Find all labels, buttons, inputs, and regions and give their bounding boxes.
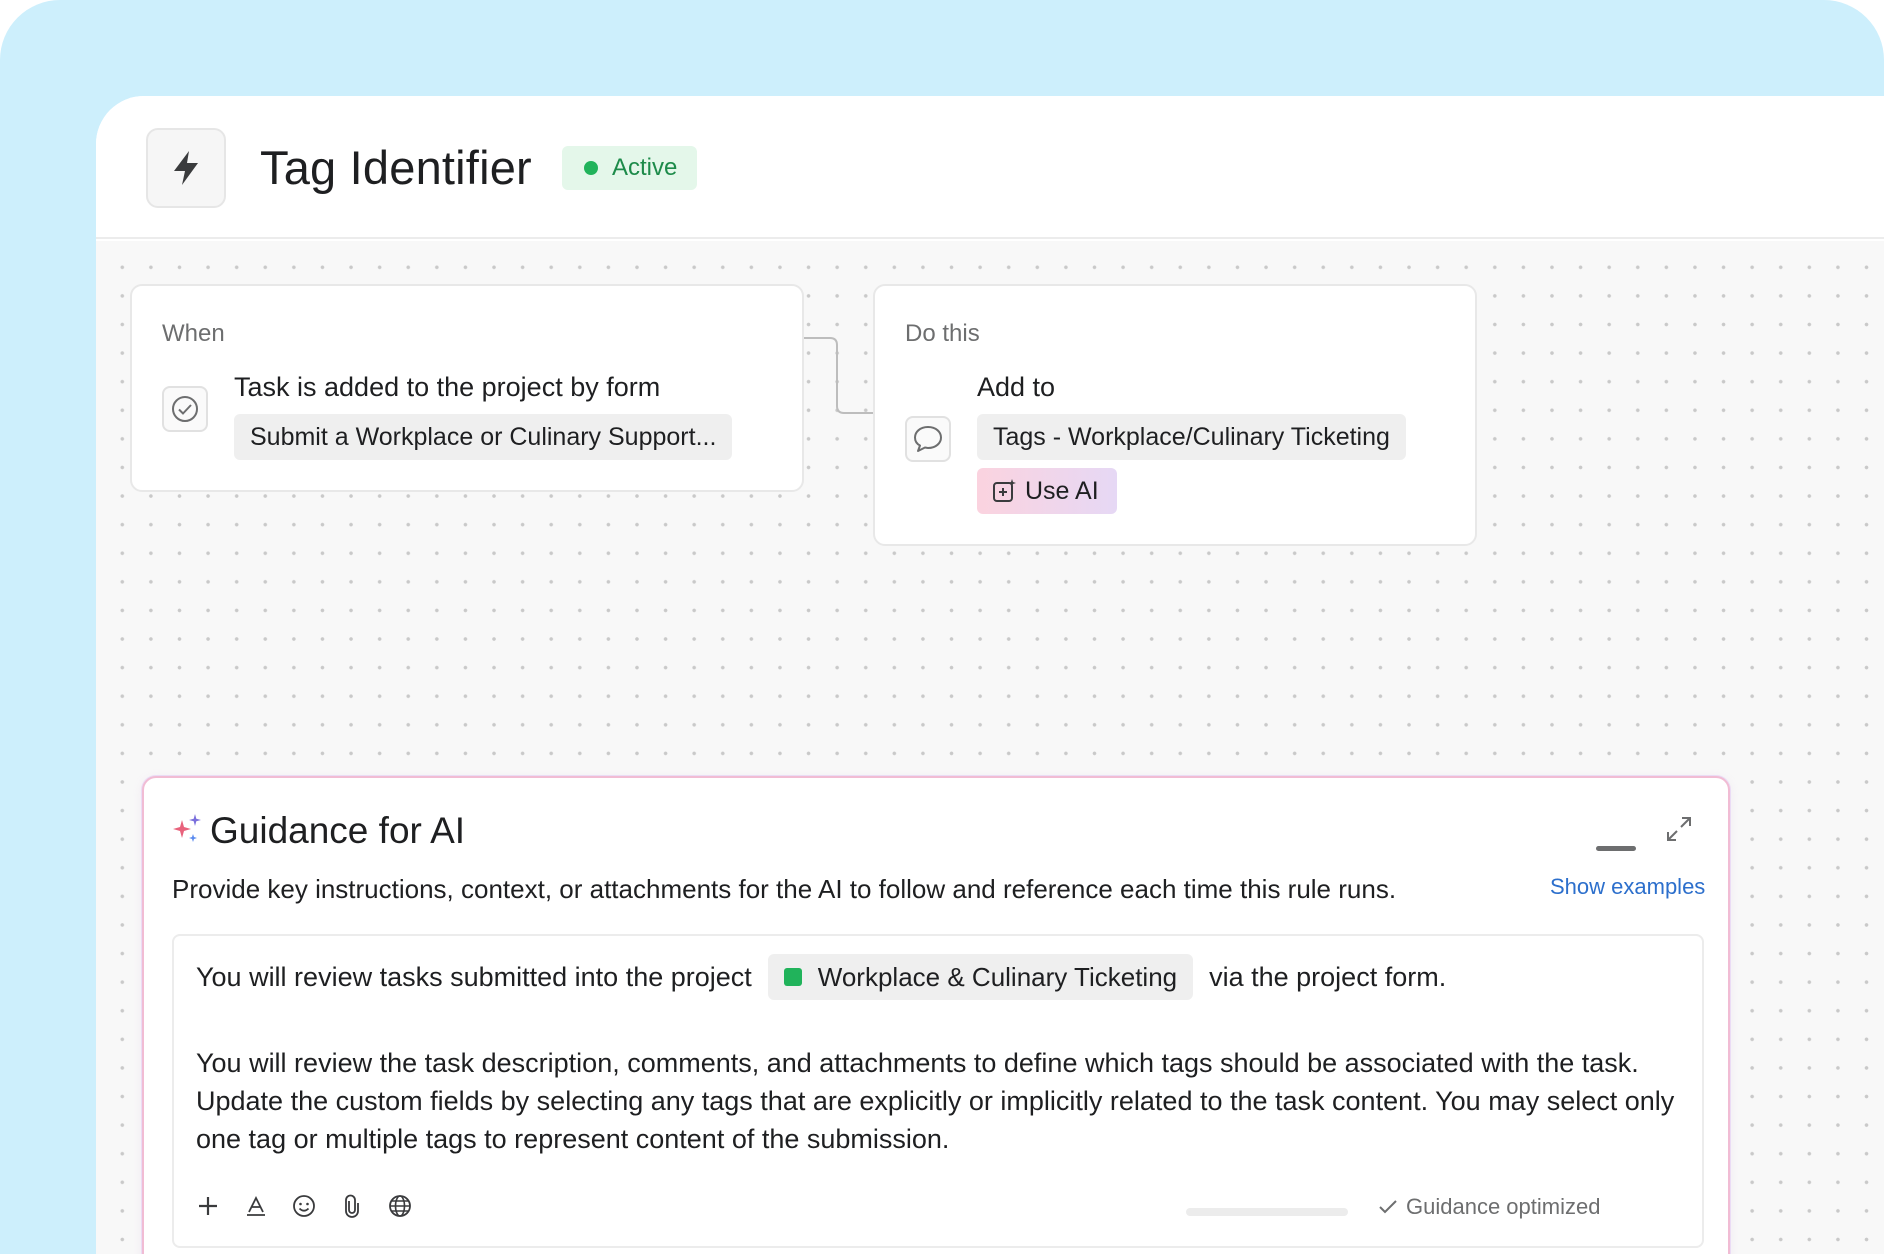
ai-guidance-panel: Guidance for AI Provide key instructions… — [142, 776, 1730, 1254]
workflow-canvas: When Task is added to the project by for… — [96, 241, 1884, 1254]
tags-field-chip[interactable]: Tags - Workplace/Culinary Ticketing — [977, 414, 1406, 460]
ai-plus-icon — [993, 479, 1016, 502]
status-badge[interactable]: Active — [562, 146, 698, 190]
flow-connector — [804, 337, 874, 414]
trigger-card-label: When — [162, 320, 225, 347]
guidance-optimized-status: Guidance optimized — [1378, 1194, 1600, 1220]
show-examples-link[interactable]: Show examples — [1550, 874, 1705, 900]
project-chip[interactable]: Workplace & Culinary Ticketing — [767, 954, 1194, 1000]
check-circle-icon — [172, 396, 198, 422]
rule-icon-button[interactable] — [146, 128, 226, 208]
expand-icon[interactable] — [1664, 814, 1694, 844]
plus-icon[interactable] — [192, 1190, 224, 1222]
globe-icon[interactable] — [384, 1190, 416, 1222]
line1-text-after: via the project form. — [1209, 961, 1447, 992]
project-color-icon — [783, 968, 802, 986]
editor-toolbar — [192, 1190, 416, 1222]
rule-editor-window: Tag Identifier Active When Task is added… — [96, 96, 1884, 1254]
guidance-title: Guidance for AI — [210, 810, 466, 851]
trigger-icon-box — [162, 386, 208, 432]
use-ai-label: Use AI — [1025, 476, 1099, 505]
line1-text-before: You will review tasks submitted into the… — [196, 961, 752, 992]
guidance-description: Provide key instructions, context, or at… — [172, 874, 1397, 904]
trigger-text: Task is added to the project by form — [234, 372, 661, 402]
optimization-progress-bar — [1186, 1208, 1348, 1216]
action-card-label: Do this — [905, 320, 980, 347]
attachment-icon[interactable] — [336, 1190, 368, 1222]
guidance-editor[interactable]: You will review tasks submitted into the… — [172, 934, 1704, 1248]
lightning-bolt-icon — [174, 151, 198, 185]
minimize-button[interactable] — [1596, 846, 1636, 851]
text-format-icon[interactable] — [240, 1190, 272, 1222]
use-ai-button[interactable]: Use AI — [977, 468, 1117, 514]
emoji-icon[interactable] — [288, 1190, 320, 1222]
action-text: Add to — [977, 372, 1056, 402]
guidance-optimized-label: Guidance optimized — [1406, 1194, 1601, 1219]
checkmark-icon — [1379, 1200, 1397, 1214]
action-icon-box — [905, 416, 951, 462]
status-dot-icon — [584, 161, 598, 175]
sparkle-icon — [173, 814, 201, 842]
form-chip[interactable]: Submit a Workplace or Culinary Support..… — [234, 414, 733, 460]
guidance-paragraph: You will review the task description, co… — [196, 1048, 1675, 1154]
status-label: Active — [612, 154, 678, 181]
trigger-card[interactable]: When Task is added to the project by for… — [130, 284, 804, 492]
guidance-line-1: You will review tasks submitted into the… — [196, 954, 1446, 1000]
project-chip-label: Workplace & Culinary Ticketing — [817, 961, 1178, 992]
action-card[interactable]: Do this Add to Tags - Workplace/Culinary… — [873, 284, 1477, 546]
rule-title[interactable]: Tag Identifier — [260, 140, 532, 195]
comment-bubble-icon — [914, 426, 942, 452]
rule-header: Tag Identifier Active — [96, 96, 1884, 239]
